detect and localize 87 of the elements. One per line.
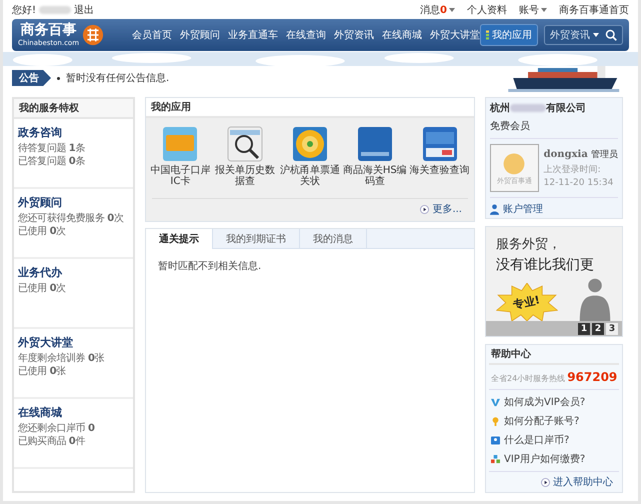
caret-icon[interactable] [541, 8, 547, 12]
company-name-start: 杭州 [490, 101, 510, 115]
greeting-text: 您好! [12, 4, 36, 16]
play-icon [420, 204, 430, 214]
tab[interactable]: 通关提示 [146, 229, 213, 249]
ad-headline: 没有谁比我们更 [495, 256, 595, 274]
user-icon [490, 204, 499, 214]
app-item[interactable]: 中国电子口岸IC卡 [148, 126, 213, 198]
v-icon [491, 398, 500, 406]
service-title[interactable]: 业务代办 [18, 265, 129, 280]
last-login-label: 上次登录时间: [544, 164, 602, 176]
bars-icon [486, 30, 489, 40]
notice-label: 公告 [12, 70, 51, 86]
search-category[interactable]: 外贸资讯 [550, 28, 590, 42]
blurred-company-name [510, 104, 546, 112]
company-name-end: 有限公司 [546, 102, 586, 115]
service-stat: 待答复问题 1条 [18, 142, 86, 155]
nav-item[interactable]: 外贸大讲堂 [430, 28, 480, 42]
panel-title: 帮助中心 [489, 345, 619, 365]
page-button[interactable]: 3 [606, 322, 618, 334]
top-link[interactable]: 个人资料 [467, 2, 507, 16]
top-link[interactable]: 商务百事通首页 [559, 2, 629, 16]
key-icon [491, 416, 500, 426]
help-link[interactable]: 如何成为VIP会员? [491, 395, 617, 409]
starburst-badge: 专业! [496, 283, 558, 321]
app-item[interactable]: 商品海关HS编码查 [342, 126, 408, 198]
nav-item[interactable]: 会员首页 [132, 28, 172, 42]
last-login-time: 12-11-20 15:34 [544, 178, 614, 188]
help-link[interactable]: 什么是口岸币? [491, 433, 617, 447]
nav-item[interactable]: 外贸资讯 [334, 28, 374, 42]
service-stat: 您还可获得免费服务 0次 [18, 212, 124, 225]
person-silhouette [578, 277, 612, 321]
page-button[interactable]: 2 [592, 322, 604, 334]
account-management-link[interactable]: 账户管理 [490, 198, 618, 216]
service-title[interactable]: 外贸顾问 [18, 195, 129, 210]
hotline-number: 967209 [567, 370, 618, 384]
service-stat: 年度剩余培训券 0张 [18, 352, 106, 365]
blurred-username [39, 6, 72, 14]
blocks-icon [491, 454, 500, 464]
nav-item[interactable]: 业务直通车 [228, 28, 278, 42]
membership-level: 免费会员 [490, 115, 618, 139]
service-stat: 已使用 0次 [18, 225, 67, 238]
card-icon [162, 126, 198, 162]
help-link[interactable]: 如何分配子账号? [491, 414, 617, 428]
panel-title: 我的应用 [146, 98, 474, 118]
search-icon[interactable] [605, 29, 617, 41]
nav-item[interactable]: 在线查询 [286, 28, 326, 42]
more-link[interactable]: 更多... [420, 202, 462, 216]
service-title[interactable]: 外贸大讲堂 [18, 335, 129, 350]
app-item[interactable]: 海关查验查询 [407, 126, 472, 198]
logo-text: 商务百事 [20, 23, 77, 39]
search-field[interactable]: 外贸资讯 [544, 25, 623, 45]
service-stat: 已购买商品 0件 [18, 435, 86, 448]
logo-icon [82, 24, 104, 46]
service-stat: 您还剩余口岸币 0 [18, 422, 96, 435]
tile-icon [356, 126, 393, 162]
app-item[interactable]: 沪杭甬单票通关状 [278, 126, 342, 198]
ad-headline: 服务外贸， [495, 236, 562, 253]
notice-text: 暂时没有任何公告信息. [66, 72, 170, 85]
my-apps-button[interactable]: 我的应用 [480, 24, 538, 46]
service-title[interactable]: 在线商城 [18, 405, 129, 420]
hotline-label: 全省24小时服务热线 [491, 373, 566, 384]
service-stat: 已答复问题 0条 [18, 155, 86, 168]
username: dongxia [544, 149, 588, 160]
app-item[interactable]: 报关单历史数据查 [212, 126, 278, 198]
ticket-icon [422, 126, 458, 162]
empty-message: 暂时匹配不到相关信息. [157, 260, 262, 274]
id-card-icon [491, 436, 500, 444]
play-icon [541, 478, 550, 486]
help-center-link[interactable]: 进入帮助中心 [541, 475, 613, 489]
service-title[interactable]: 政务咨询 [18, 125, 129, 140]
top-link[interactable]: 账号 [519, 2, 539, 16]
service-stat: 已使用 0张 [18, 365, 67, 378]
nav-item[interactable]: 外贸顾问 [180, 28, 220, 42]
logout-link[interactable]: 退出 [74, 2, 94, 16]
panel-title: 我的服务特权 [14, 99, 133, 119]
caret-icon[interactable] [593, 33, 599, 37]
page-button[interactable]: 1 [578, 322, 590, 334]
nav-item[interactable]: 在线商城 [382, 28, 422, 42]
caret-icon[interactable] [449, 8, 455, 12]
magnifier-calendar-icon [227, 126, 264, 162]
top-link[interactable]: 消息0 [420, 2, 447, 16]
target-icon [292, 126, 328, 162]
help-link[interactable]: VIP用户如何缴费? [491, 452, 617, 466]
user-role: 管理员 [591, 150, 618, 160]
service-stat: 已使用 0次 [18, 282, 67, 295]
bullet-icon [57, 76, 60, 80]
